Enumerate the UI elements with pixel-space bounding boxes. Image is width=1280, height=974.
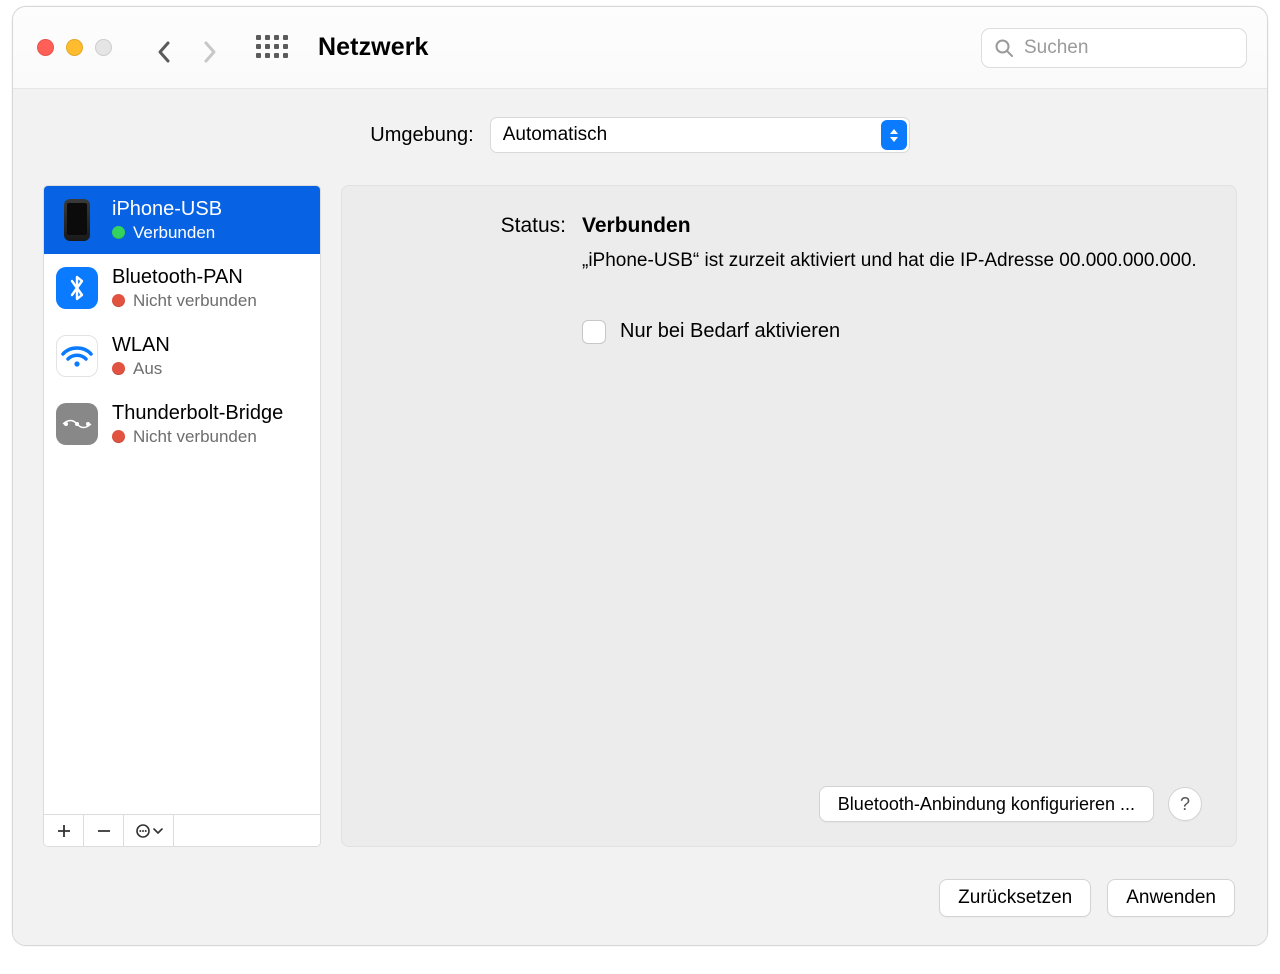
window-controls: [37, 39, 112, 56]
location-row: Umgebung: Automatisch: [43, 117, 1237, 153]
nav-arrows: [156, 40, 218, 56]
toolbar: Netzwerk: [13, 7, 1267, 89]
remove-interface-button[interactable]: [84, 815, 124, 846]
status-label: Status:: [376, 214, 566, 238]
status-description: „iPhone-USB“ ist zurzeit aktiviert und h…: [582, 248, 1202, 274]
select-stepper-icon: [881, 120, 907, 150]
iphone-icon: [56, 199, 98, 241]
interface-status: Nicht verbunden: [133, 426, 257, 447]
chevron-down-icon: [153, 826, 163, 836]
close-window-button[interactable]: [37, 39, 54, 56]
apply-button[interactable]: Anwenden: [1107, 879, 1235, 917]
interface-name: iPhone-USB: [112, 197, 222, 222]
interface-item-wlan[interactable]: WLAN Aus: [44, 322, 320, 390]
on-demand-label: Nur bei Bedarf aktivieren: [620, 320, 840, 343]
search-input[interactable]: [1022, 36, 1268, 60]
interface-item-thunderbolt-bridge[interactable]: Thunderbolt-Bridge Nicht verbunden: [44, 390, 320, 458]
status-dot-icon: [112, 294, 125, 307]
status-dot-icon: [112, 430, 125, 443]
location-select[interactable]: Automatisch: [490, 117, 910, 153]
search-field[interactable]: [981, 28, 1247, 68]
interface-list: iPhone-USB Verbunden Bluetooth-PA: [43, 185, 321, 847]
back-button[interactable]: [156, 40, 172, 56]
add-interface-button[interactable]: [44, 815, 84, 846]
interface-status: Aus: [133, 358, 162, 379]
interface-item-bluetooth-pan[interactable]: Bluetooth-PAN Nicht verbunden: [44, 254, 320, 322]
interface-list-tools: [44, 814, 320, 846]
detail-panel: Status: Verbunden „iPhone-USB“ ist zurze…: [341, 185, 1237, 847]
window-title: Netzwerk: [318, 33, 429, 62]
minimize-window-button[interactable]: [66, 39, 83, 56]
location-value: Automatisch: [503, 124, 608, 146]
interface-name: Bluetooth-PAN: [112, 265, 257, 290]
zoom-window-button[interactable]: [95, 39, 112, 56]
interface-name: Thunderbolt-Bridge: [112, 401, 283, 426]
interface-name: WLAN: [112, 333, 170, 358]
forward-button[interactable]: [202, 40, 218, 56]
preferences-window: Netzwerk Umgebung: Automatisch: [12, 6, 1268, 946]
interface-status: Verbunden: [133, 222, 215, 243]
thunderbolt-bridge-icon: [56, 403, 98, 445]
interface-status: Nicht verbunden: [133, 290, 257, 311]
interface-item-iphone-usb[interactable]: iPhone-USB Verbunden: [44, 186, 320, 254]
configure-bluetooth-button[interactable]: Bluetooth-Anbindung konfigurieren ...: [819, 786, 1154, 822]
location-label: Umgebung:: [370, 124, 473, 147]
body: Umgebung: Automatisch iPhone-USB: [13, 89, 1267, 945]
status-value: Verbunden: [582, 214, 1202, 238]
footer-buttons: Zurücksetzen Anwenden: [43, 861, 1237, 917]
help-button[interactable]: ?: [1168, 787, 1202, 821]
show-all-prefs-button[interactable]: [256, 35, 282, 61]
bluetooth-icon: [56, 267, 98, 309]
main-split: iPhone-USB Verbunden Bluetooth-PA: [43, 185, 1237, 847]
status-dot-icon: [112, 362, 125, 375]
search-icon: [994, 38, 1014, 58]
revert-button[interactable]: Zurücksetzen: [939, 879, 1091, 917]
status-dot-icon: [112, 226, 125, 239]
interface-actions-menu[interactable]: [124, 815, 174, 846]
wifi-icon: [56, 335, 98, 377]
on-demand-checkbox[interactable]: [582, 320, 606, 344]
